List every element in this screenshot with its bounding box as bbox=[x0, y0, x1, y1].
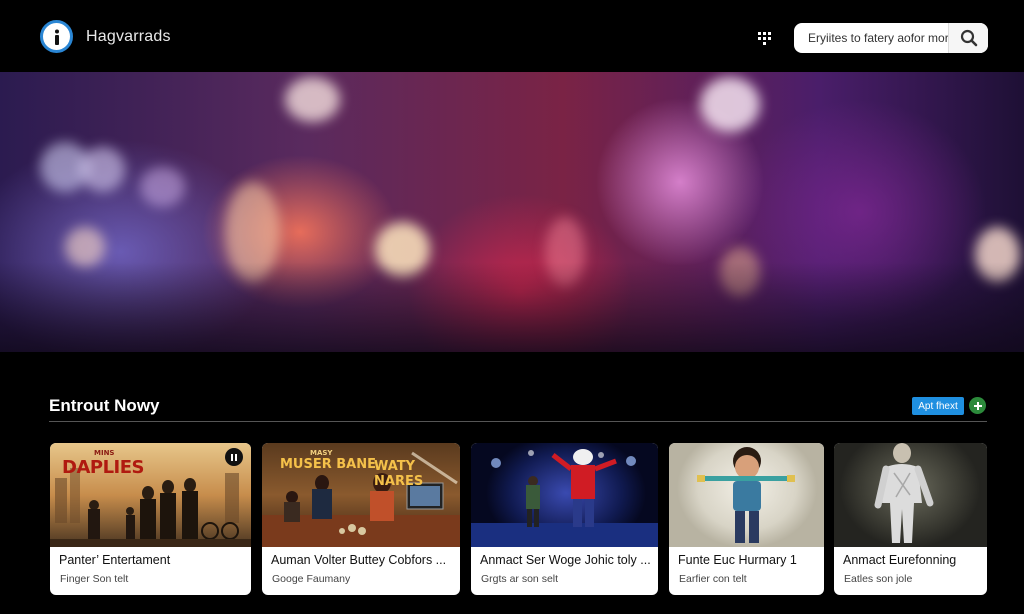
card-thumbnail bbox=[834, 443, 987, 547]
card-thumbnail bbox=[471, 443, 658, 547]
bokeh-light bbox=[285, 77, 340, 122]
bokeh-light bbox=[140, 167, 185, 207]
card-thumbnail: MASY MUSER BANE WATY NARES bbox=[262, 443, 460, 547]
brand-name[interactable]: Hagvarrads bbox=[86, 28, 171, 46]
card-title: Panter’ Entertament bbox=[59, 553, 171, 567]
thumbnail-small-text: MASY bbox=[310, 449, 333, 457]
card-subtitle: Grgts ar son selt bbox=[481, 573, 559, 585]
search-bar bbox=[794, 23, 988, 53]
hero-fade bbox=[0, 262, 1024, 352]
card-subtitle: Finger Son telt bbox=[60, 573, 129, 585]
bokeh-light bbox=[700, 77, 760, 132]
thumbnail-small-text: MINS bbox=[94, 449, 115, 457]
card-title: Auman Volter Buttey Cobfors ... bbox=[271, 553, 447, 567]
plus-icon[interactable] bbox=[969, 397, 986, 414]
search-input[interactable] bbox=[794, 23, 948, 53]
content-card[interactable]: MASY MUSER BANE WATY NARES Auman Volter … bbox=[262, 443, 460, 595]
search-icon bbox=[960, 29, 977, 47]
bokeh-light bbox=[80, 147, 125, 192]
section-title: Entrout Nowy bbox=[49, 396, 160, 415]
content-card[interactable]: MINS DAPLIES Panter’ Entertament Finger … bbox=[50, 443, 251, 595]
card-subtitle: Eatles son jole bbox=[844, 573, 913, 585]
info-icon[interactable] bbox=[40, 20, 73, 53]
content-card[interactable]: Anmact Ser Woge Johic toly ... Grgts ar … bbox=[471, 443, 658, 595]
hero-banner bbox=[0, 72, 1024, 352]
bokeh-light bbox=[65, 227, 105, 267]
thumbnail-title-text: MUSER BANE bbox=[280, 457, 377, 472]
card-title: Funte Euc Hurmary 1 bbox=[678, 553, 797, 567]
card-subtitle: Googe Faumany bbox=[272, 573, 351, 585]
thumbnail-title-text: DAPLIES bbox=[62, 457, 145, 478]
card-subtitle: Earfier con telt bbox=[679, 573, 747, 585]
card-thumbnail bbox=[669, 443, 824, 547]
thumbnail-title-text-2: WATY NARES bbox=[374, 459, 424, 489]
card-title: Anmact Eurefonning bbox=[843, 553, 957, 567]
card-title: Anmact Ser Woge Johic toly ... bbox=[480, 553, 650, 567]
content-card[interactable]: Funte Euc Hurmary 1 Earfier con telt bbox=[669, 443, 824, 595]
search-button[interactable] bbox=[948, 23, 988, 53]
grid-icon[interactable] bbox=[757, 30, 773, 46]
section-action-button[interactable]: Apt fhext bbox=[912, 397, 964, 415]
top-bar: Hagvarrads bbox=[0, 0, 1024, 72]
card-thumbnail: MINS DAPLIES bbox=[50, 443, 251, 547]
content-card[interactable]: Anmact Eurefonning Eatles son jole bbox=[834, 443, 987, 595]
badge-icon bbox=[225, 448, 243, 466]
section-divider bbox=[49, 421, 987, 422]
